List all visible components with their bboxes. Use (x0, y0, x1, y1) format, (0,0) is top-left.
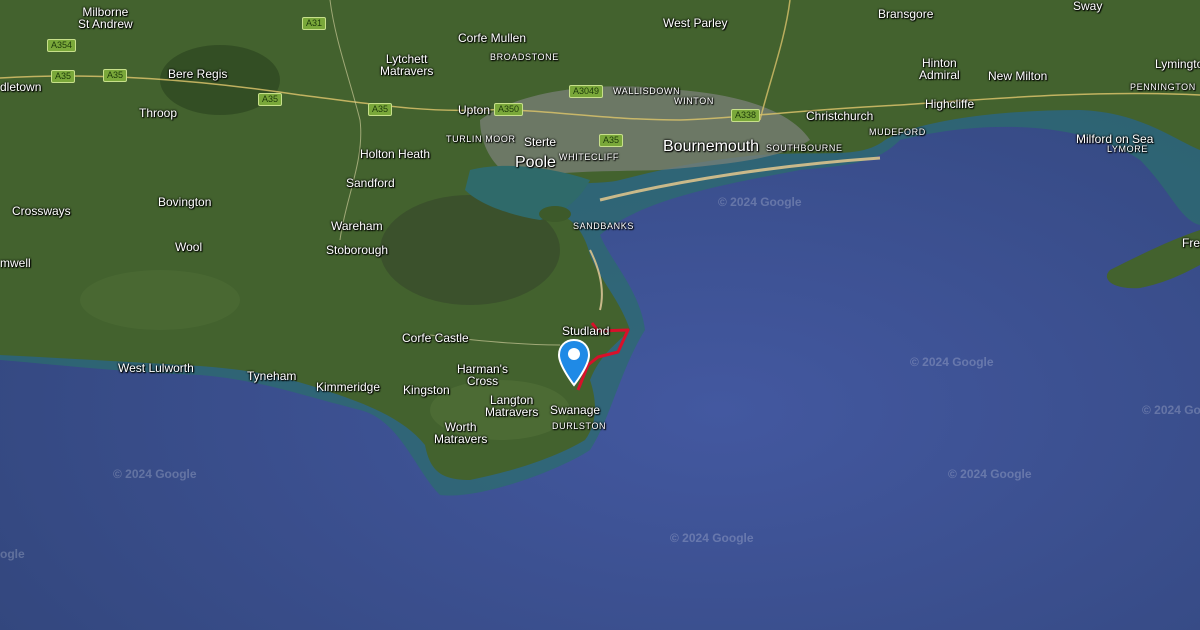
place-label: Corfe Castle (402, 331, 469, 345)
road-shield: A3049 (569, 85, 604, 98)
place-label: Lytchett Matravers (380, 52, 434, 78)
place-label: Studland (562, 324, 610, 338)
brownsea-island (539, 206, 571, 222)
place-label: BROADSTONE (490, 52, 559, 62)
map-watermark: © 2024 Google (948, 467, 1032, 481)
place-label: SANDBANKS (573, 221, 634, 231)
place-label: Wareham (331, 219, 383, 233)
place-label: Crossways (12, 204, 71, 218)
place-label: Kimmeridge (316, 380, 381, 394)
place-label: TURLIN MOOR (446, 134, 516, 144)
place-label: MUDEFORD (869, 127, 926, 137)
map-watermark: © 2024 Google (718, 195, 802, 209)
place-label: Worth Matravers (434, 420, 488, 446)
place-label: Bournemouth (663, 138, 760, 155)
place-label: PENNINGTON (1130, 82, 1196, 92)
place-label: Upton (458, 103, 491, 117)
place-label: mwell (0, 256, 31, 270)
place-label: Milborne St Andrew (78, 5, 133, 31)
place-label: Stoborough (326, 243, 389, 257)
place-label: LYMORE (1107, 144, 1148, 154)
place-label: DURLSTON (552, 421, 607, 431)
road-shield: A35 (258, 93, 283, 106)
place-label: Holton Heath (360, 147, 431, 161)
place-label: West Lulworth (118, 361, 194, 375)
place-label: Sway (1073, 0, 1103, 13)
place-label: Sandford (346, 176, 395, 190)
place-label: Langton Matravers (485, 393, 539, 419)
place-label: Lymington (1155, 57, 1200, 71)
place-label: Fre (1182, 236, 1200, 250)
place-label: dletown (0, 80, 42, 94)
place-label: Kingston (403, 383, 450, 397)
road-shield: A35 (51, 70, 76, 83)
place-label: New Milton (988, 69, 1048, 83)
place-label: Harman's Cross (457, 362, 508, 388)
place-label: Wool (175, 240, 203, 254)
place-label: Hinton Admiral (919, 56, 960, 82)
place-label: Corfe Mullen (458, 31, 527, 45)
road-shield: A31 (302, 17, 327, 30)
place-label: WHITECLIFF (559, 152, 619, 162)
map-watermark: © 2024 Google (670, 531, 754, 545)
farmland-patch (80, 270, 240, 330)
place-label: Bransgore (878, 7, 934, 21)
place-label: WALLISDOWN (613, 86, 681, 96)
place-label: Bovington (158, 195, 212, 209)
place-label: Swanage (550, 403, 601, 417)
place-label: Bere Regis (168, 67, 228, 81)
place-label: Highcliffe (925, 97, 975, 111)
map-watermark: © 2024 Google (113, 467, 197, 481)
place-label: Sterte (524, 135, 557, 149)
satellite-map[interactable]: © 2024 Google © 2024 Google © 2024 Googl… (0, 0, 1200, 630)
map-watermark: © 2024 Google (1142, 403, 1200, 417)
road-shield: A35 (368, 103, 393, 116)
map-watermark: ogle (0, 547, 25, 561)
place-label: Poole (515, 154, 556, 171)
place-label: WINTON (674, 96, 714, 106)
location-pin-icon[interactable] (557, 339, 591, 387)
road-shield: A35 (103, 69, 128, 82)
place-label: Throop (139, 106, 178, 120)
place-label: Tyneham (247, 369, 297, 383)
road-shield: A354 (47, 39, 77, 52)
place-label: SOUTHBOURNE (766, 143, 843, 153)
road-shield: A350 (494, 103, 524, 116)
road-shield: A35 (599, 134, 624, 147)
place-label: West Parley (663, 16, 728, 30)
map-watermark: © 2024 Google (910, 355, 994, 369)
road-shield: A338 (731, 109, 761, 122)
place-label: Christchurch (806, 109, 874, 123)
